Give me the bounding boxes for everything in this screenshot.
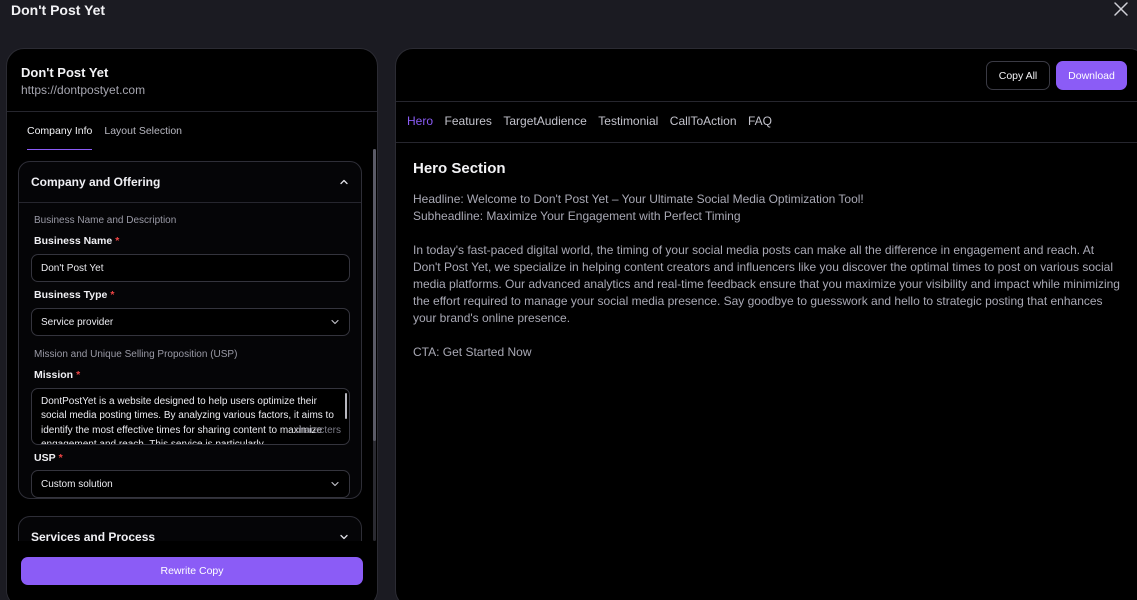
company-url: https://dontpostyet.com — [21, 83, 146, 97]
card-divider — [19, 202, 361, 203]
services-process-card: Services and Process — [18, 516, 362, 541]
copy-preview-panel: Copy All Download Hero Features TargetAu… — [395, 48, 1137, 600]
business-type-label: Business Type * — [34, 289, 115, 301]
usp-label: USP * — [34, 452, 63, 464]
company-info-panel: Don't Post Yet https://dontpostyet.com C… — [6, 48, 378, 600]
download-button[interactable]: Download — [1056, 61, 1127, 90]
usp-value: Custom solution — [41, 478, 113, 490]
usp-select[interactable]: Custom solution — [31, 470, 350, 498]
tab-testimonial[interactable]: Testimonial — [598, 114, 658, 128]
tabs-divider — [396, 142, 1137, 143]
tab-faq[interactable]: FAQ — [748, 114, 772, 128]
tab-company-info[interactable]: Company Info — [27, 125, 93, 150]
mission-value: DontPostYet is a website designed to hel… — [41, 396, 334, 445]
business-name-value: Don't Post Yet — [41, 262, 104, 274]
services-process-header[interactable]: Services and Process — [19, 517, 361, 541]
card-title: Company and Offering — [31, 175, 161, 189]
chevron-down-icon — [331, 319, 339, 325]
toolbar-divider — [396, 101, 1137, 102]
required-mark: * — [76, 369, 81, 381]
mission-textarea[interactable]: DontPostYet is a website designed to hel… — [31, 388, 350, 445]
business-type-select[interactable]: Service provider — [31, 308, 350, 336]
modal-title: Don't Post Yet — [11, 2, 106, 18]
section-business-name: Business Name and Description — [34, 215, 177, 226]
section-mission-usp: Mission and Unique Selling Proposition (… — [34, 349, 238, 360]
section-title: Hero Section — [413, 160, 506, 177]
company-offering-header[interactable]: Company and Offering — [19, 162, 361, 202]
character-count: characters — [294, 424, 341, 436]
tab-call-to-action[interactable]: CallToAction — [670, 114, 737, 128]
scrollbar-thumb[interactable] — [373, 149, 376, 441]
close-icon[interactable] — [1113, 1, 1129, 17]
required-mark: * — [110, 289, 115, 301]
subheadline-text: Subheadline: Maximize Your Engagement wi… — [413, 209, 741, 223]
form-scroll-area: Company and Offering Business Name and D… — [18, 161, 368, 541]
required-mark: * — [58, 452, 63, 464]
divider — [7, 111, 377, 112]
left-tabs: Company Info Layout Selection — [27, 125, 182, 150]
rewrite-copy-button[interactable]: Rewrite Copy — [21, 557, 363, 585]
business-name-label: Business Name * — [34, 235, 120, 247]
chevron-down-icon — [331, 481, 339, 487]
tab-target-audience[interactable]: TargetAudience — [503, 114, 586, 128]
mission-label: Mission * — [34, 369, 81, 381]
company-offering-card: Company and Offering Business Name and D… — [18, 161, 362, 499]
body-text: In today's fast-paced digital world, the… — [413, 243, 1120, 325]
required-mark: * — [115, 235, 120, 247]
business-name-input[interactable]: Don't Post Yet — [31, 254, 350, 282]
card-title: Services and Process — [31, 530, 156, 541]
company-name: Don't Post Yet — [21, 65, 109, 80]
tab-hero[interactable]: Hero — [407, 114, 433, 128]
textarea-scrollbar[interactable] — [345, 393, 347, 419]
chevron-up-icon[interactable] — [339, 177, 349, 187]
tab-layout-selection[interactable]: Layout Selection — [104, 125, 182, 150]
section-tabs: Hero Features TargetAudience Testimonial… — [407, 114, 772, 128]
chevron-down-icon[interactable] — [339, 532, 349, 541]
headline-text: Headline: Welcome to Don't Post Yet – Yo… — [413, 192, 864, 206]
panel-footer: Rewrite Copy — [7, 543, 377, 600]
copy-all-button[interactable]: Copy All — [986, 61, 1050, 90]
business-type-value: Service provider — [41, 316, 114, 328]
tab-features[interactable]: Features — [445, 114, 492, 128]
cta-text: CTA: Get Started Now — [413, 345, 532, 359]
hero-content: Headline: Welcome to Don't Post Yet – Yo… — [413, 191, 1125, 361]
